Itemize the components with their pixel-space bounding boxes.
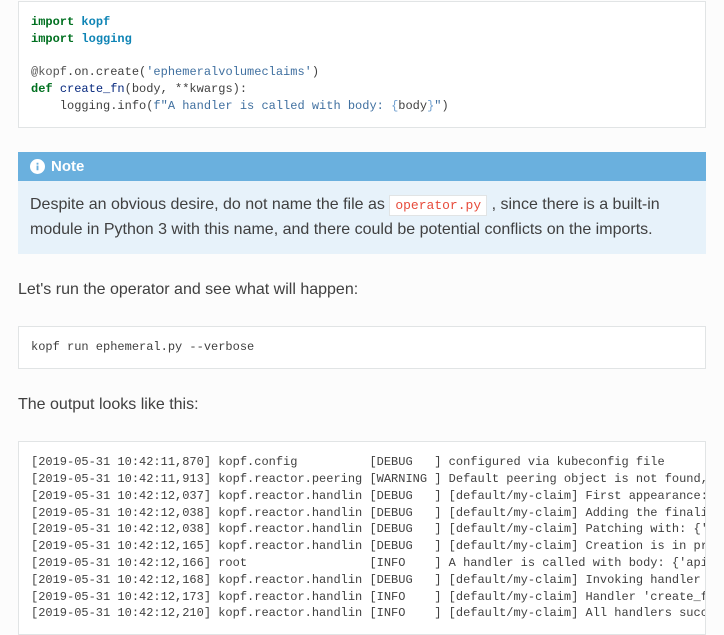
note-title-text: Note	[51, 158, 84, 175]
note-title-bar: Note	[18, 152, 706, 181]
output-paragraph: The output looks like this:	[18, 393, 706, 417]
note-admonition: Note Despite an obvious desire, do not n…	[18, 152, 706, 255]
note-body: Despite an obvious desire, do not name t…	[18, 181, 706, 255]
log-output-block: [2019-05-31 10:42:11,870] kopf.config [D…	[18, 441, 706, 635]
python-code-block: import kopf import logging @kopf.on.crea…	[18, 1, 706, 128]
run-operator-paragraph: Let's run the operator and see what will…	[18, 278, 706, 302]
filename-literal: operator.py	[389, 195, 487, 216]
shell-command-block: kopf run ephemeral.py --verbose	[18, 326, 706, 369]
info-icon	[30, 159, 45, 174]
